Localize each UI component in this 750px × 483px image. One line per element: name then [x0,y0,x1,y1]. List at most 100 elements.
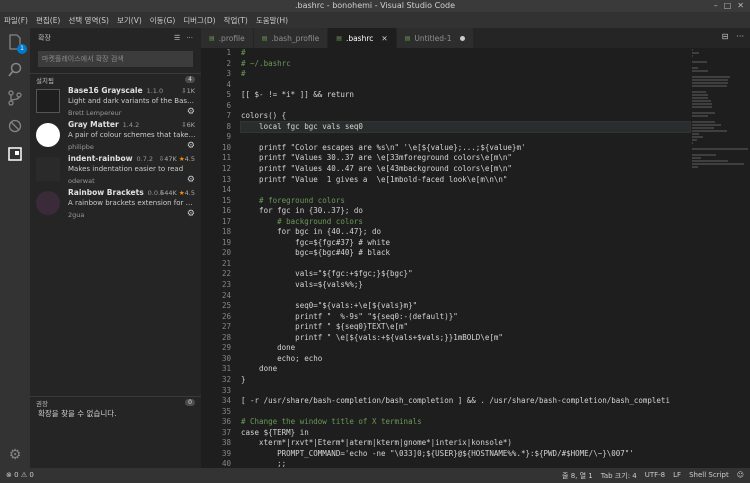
end-of-line[interactable]: LF [673,471,681,481]
menu-item[interactable]: 도움말(H) [256,15,288,26]
close-tab-icon[interactable]: ✕ [381,34,387,43]
line-number: 21 [221,258,231,268]
line-number: 33 [221,385,231,395]
problems-indicator[interactable]: ⊗ 0 ⚠ 0 [6,471,34,479]
code-line[interactable]: [[ $- != *i* ]] && return [241,90,690,101]
extension-gear-icon[interactable]: ⚙ [187,141,195,151]
tab[interactable]: ▤ .profile [201,28,254,48]
minimap-line [692,124,721,126]
maximize-icon[interactable]: □ [724,1,732,10]
code-line[interactable]: done [241,343,690,354]
code-line[interactable]: done [241,364,690,375]
activity-bar: 1 ⚙ [0,28,30,468]
code-line[interactable]: # Change the window title of X terminals [241,417,690,428]
menu-item[interactable]: 선택 영역(S) [68,15,109,26]
code-line[interactable]: # ~/.bashrc [241,59,690,70]
explorer-icon[interactable]: 1 [6,34,27,54]
code-line[interactable]: printf " %-9s" "${seq0:-(default)}" [241,312,690,323]
extension-item[interactable]: Base16 Grayscale 1.1.0 ⇩1K Light and dark v… [30,85,201,119]
code-line[interactable]: printf "Values 40..47 are \e[43mbackgrou… [241,164,690,175]
code-line[interactable]: local fgc bgc vals seq0 [240,120,691,134]
extension-item[interactable]: Gray Matter 1.4.2 ⇩6K A pair of colour sche… [30,119,201,153]
minimap[interactable] [692,48,750,248]
split-editor-icon[interactable]: ⊟ [722,32,729,41]
extension-gear-icon[interactable]: ⚙ [187,107,195,117]
minimap-line [692,148,748,150]
code-line[interactable]: # [241,69,690,80]
code-line[interactable]: for fgc in {30..37}; do [241,206,690,217]
code-line[interactable] [241,291,690,302]
code-line[interactable] [241,185,690,196]
code-line[interactable]: case ${TERM} in [241,428,690,439]
code-line[interactable]: bgc=${bgc#40} # black [241,248,690,259]
code-line[interactable] [241,407,690,418]
installed-label: 설치됨 [36,76,54,85]
extensions-icon[interactable] [6,146,24,164]
code-line[interactable]: printf " ${seq0}TEXT\e[m" [241,322,690,333]
menu-item[interactable]: 이동(G) [150,15,175,26]
code-line[interactable]: # background colors [241,217,690,228]
language-mode[interactable]: Shell Script [689,471,729,481]
extension-author: Brett Lempereur [68,109,122,117]
menu-item[interactable]: 파일(F) [4,15,28,26]
menu-item[interactable]: 작업(T) [224,15,248,26]
extension-search-input[interactable]: 마켓플레이스에서 확장 검색 [38,51,193,67]
code-line[interactable] [241,80,690,91]
installed-section-header[interactable]: 설치됨 4 [30,73,201,85]
code-line[interactable]: echo; echo [241,354,690,365]
code-line[interactable]: printf "Value 1 gives a \e[1mbold-faced … [241,175,690,186]
line-number: 34 [221,396,231,406]
tab[interactable]: ▤ .bashrc ✕ [328,28,397,48]
tab-size[interactable]: Tab 크기: 4 [601,471,637,481]
menu-item[interactable]: 디버그(D) [183,15,215,26]
minimize-icon[interactable]: – [714,1,718,10]
extension-item[interactable]: indent-rainbow 0.7.2 ⇩47K ★4.5 Makes indent… [30,153,201,187]
menu-item[interactable]: 보기(V) [117,15,142,26]
more-actions-icon[interactable]: ☰ ··· [174,34,193,42]
extension-item[interactable]: Rainbow Brackets 0.0.6 ⇩44K ★4.5 A rainbow … [30,187,201,221]
code-line[interactable]: printf "Color escapes are %s\n" '\e[${va… [241,143,690,154]
code-line[interactable]: # foreground colors [241,196,690,207]
minimap-line [692,94,709,96]
code-line[interactable]: } [241,375,690,386]
tab[interactable]: ▤ Untitled-1 [396,28,474,48]
code-line[interactable]: [ -r /usr/share/bash-completion/bash_com… [241,396,690,407]
code-line[interactable] [241,259,690,270]
code-line[interactable]: fgc=${fgc#37} # white [241,238,690,249]
extension-gear-icon[interactable]: ⚙ [187,175,195,185]
settings-gear-icon[interactable]: ⚙ [6,446,24,464]
source-control-icon[interactable] [6,90,24,108]
menu-item[interactable]: 편집(E) [36,15,60,26]
close-icon[interactable]: ✕ [737,1,744,10]
search-icon[interactable] [6,62,24,80]
line-number: 31 [221,364,231,374]
code-line[interactable]: vals=${vals%%;} [241,280,690,291]
code-line[interactable]: ;; [241,459,690,468]
code-line[interactable]: colors() { [241,111,690,122]
unsaved-dot-icon [459,35,465,41]
code-line[interactable] [241,386,690,397]
file-icon: ▤ [209,34,215,42]
code-line[interactable]: printf "Values 30..37 are \e[33mforegrou… [241,153,690,164]
code-line[interactable]: xterm*|rxvt*|Eterm*|aterm|kterm|gnome*|i… [241,438,690,449]
cursor-position[interactable]: 줄 8, 열 1 [562,471,593,481]
tab[interactable]: ▤ .bash_profile [253,28,329,48]
code-line[interactable]: PROMPT_COMMAND='echo -ne "\033]0;${USER}… [241,449,690,460]
debug-icon[interactable] [6,118,24,136]
code-line[interactable]: for bgc in {40..47}; do [241,227,690,238]
extension-gear-icon[interactable]: ⚙ [187,209,195,219]
code-editor[interactable]: 1 2 3 4 5 6 7 8 9 10 11 12 13 14 15 16 17 18 19 20 21 22 23 24 2… [201,48,750,468]
code-line[interactable]: printf " \e[${vals:+${vals+$vals;}}1mBOL… [241,333,690,344]
feedback-icon[interactable]: ☺ [737,471,744,481]
more-tab-actions-icon[interactable]: ··· [736,32,744,41]
code-area[interactable]: # # ~/.bashrc # [[ $- != *i* ]] && return co… [240,48,691,468]
code-line[interactable] [241,101,690,112]
extension-description: A rainbow brackets extension for VS ... [68,199,197,207]
code-line[interactable]: # [241,48,690,59]
code-line[interactable] [241,132,690,143]
encoding[interactable]: UTF-8 [645,471,665,481]
code-line[interactable]: seq0="${vals:+\e[${vals}m}" [241,301,690,312]
line-number: 6 [226,100,231,110]
code-line[interactable]: vals="${fgc:+$fgc;}${bgc}" [241,269,690,280]
extension-version: 0.7.2 [136,155,154,163]
